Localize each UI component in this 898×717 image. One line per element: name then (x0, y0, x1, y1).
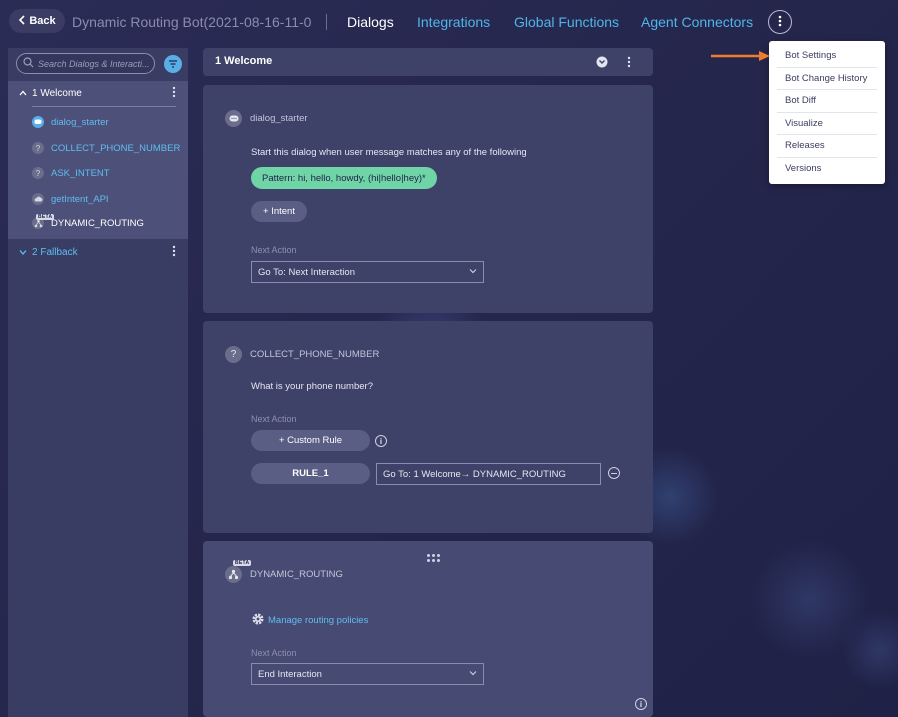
next-action-select[interactable]: End Interaction (251, 663, 484, 685)
rule-action-field[interactable]: Go To: 1 Welcome→ DYNAMIC_ROUTING (376, 463, 601, 485)
interaction-type: ? COLLECT_PHONE_NUMBER (225, 346, 379, 363)
interaction-card-starter: dialog_starter Start this dialog when us… (203, 85, 653, 313)
interaction-type: dialog_starter (225, 110, 308, 127)
gear-icon (251, 612, 265, 629)
filter-button[interactable] (164, 55, 182, 73)
back-button[interactable]: Back (9, 9, 65, 33)
search-input[interactable] (38, 58, 150, 69)
interaction-card-dynamic-routing: BETA DYNAMIC_ROUTING Manage routing poli… (203, 541, 653, 717)
dialog-group-welcome: 1 Welcome dialog_starter ? COLLECT_PHONE… (8, 81, 188, 239)
question-icon: ? (32, 167, 44, 179)
interaction-card-collect-phone: ? COLLECT_PHONE_NUMBER What is your phon… (203, 321, 653, 533)
bot-face-icon[interactable] (596, 56, 608, 68)
dialog-sidebar: 1 Welcome dialog_starter ? COLLECT_PHONE… (8, 48, 188, 717)
kebab-icon (778, 14, 782, 30)
back-label: Back (29, 15, 56, 27)
tab-global-functions[interactable]: Global Functions (514, 14, 619, 30)
routing-icon: BETA (32, 214, 55, 229)
drag-handle-icon[interactable] (427, 554, 440, 562)
chevron-down-icon (469, 668, 477, 678)
annotation-arrow-icon (711, 51, 770, 61)
next-action-select[interactable]: Go To: Next Interaction (251, 261, 484, 283)
interaction-type-label: COLLECT_PHONE_NUMBER (250, 349, 380, 360)
manage-routing-policies-link[interactable]: Manage routing policies (251, 612, 368, 629)
manage-link-label: Manage routing policies (268, 615, 369, 626)
menu-item-versions[interactable]: Versions (777, 158, 877, 181)
group-kebab-icon[interactable] (172, 245, 176, 260)
question-text: What is your phone number? (251, 381, 373, 392)
group-header-welcome[interactable]: 1 Welcome (8, 82, 188, 104)
tab-integrations[interactable]: Integrations (417, 14, 490, 30)
chat-bubble-icon (32, 116, 44, 128)
filter-icon (168, 55, 178, 73)
divider (326, 14, 327, 30)
sidebar-item-dialog-starter[interactable]: dialog_starter (32, 116, 109, 128)
sidebar-item-ask-intent[interactable]: ? ASK_INTENT (32, 167, 110, 179)
search-icon (23, 55, 34, 73)
sidebar-item-getintent-api[interactable]: getIntent_API (32, 193, 109, 205)
beta-badge: BETA (36, 214, 55, 220)
pattern-pill[interactable]: Pattern: hi, hello, howdy, (hi|hello|hey… (251, 167, 437, 189)
dialog-header: 1 Welcome (203, 48, 653, 76)
sidebar-item-label: ASK_INTENT (51, 167, 110, 179)
sidebar-item-dynamic-routing[interactable]: BETA DYNAMIC_ROUTING (32, 214, 144, 229)
next-action-label: Next Action (251, 245, 297, 255)
next-action-value: End Interaction (258, 668, 322, 680)
chat-bubble-icon (225, 110, 242, 127)
group-divider (32, 106, 176, 107)
group-label-fallback: 2 Fallback (32, 246, 78, 258)
kebab-icon[interactable] (623, 56, 635, 68)
add-intent-button[interactable]: + Intent (251, 201, 307, 222)
interaction-type: BETA DYNAMIC_ROUTING (225, 560, 343, 583)
chevron-down-icon (19, 247, 27, 258)
question-icon: ? (225, 346, 242, 363)
tab-agent-connectors[interactable]: Agent Connectors (641, 14, 753, 30)
remove-rule-icon[interactable] (608, 467, 620, 479)
group-label-welcome: 1 Welcome (32, 87, 82, 99)
dialog-title: 1 Welcome (215, 55, 273, 67)
bot-options-menu: Bot Settings Bot Change History Bot Diff… (769, 41, 885, 184)
chevron-left-icon (18, 14, 26, 28)
add-custom-rule-button[interactable]: + Custom Rule (251, 430, 370, 451)
group-header-fallback[interactable]: 2 Fallback (8, 241, 188, 263)
next-action-label: Next Action (251, 648, 297, 658)
rule-name-button[interactable]: RULE_1 (251, 463, 370, 484)
interaction-type-label: dialog_starter (250, 113, 308, 124)
interaction-type-label: DYNAMIC_ROUTING (250, 569, 343, 580)
starter-description: Start this dialog when user message matc… (251, 147, 527, 158)
beta-badge: BETA (233, 560, 252, 566)
sidebar-item-collect-phone-number[interactable]: ? COLLECT_PHONE_NUMBER (32, 142, 180, 154)
menu-item-bot-diff[interactable]: Bot Diff (777, 90, 877, 113)
next-action-label: Next Action (251, 414, 297, 424)
sidebar-item-label: DYNAMIC_ROUTING (51, 217, 144, 229)
menu-item-visualize[interactable]: Visualize (777, 113, 877, 135)
cloud-icon (32, 193, 44, 205)
bot-title: Dynamic Routing Bot(2021-08-16-11-0... (72, 14, 312, 30)
info-icon[interactable]: i (635, 698, 647, 710)
menu-item-releases[interactable]: Releases (777, 135, 877, 158)
question-icon: ? (32, 142, 44, 154)
sidebar-item-label: COLLECT_PHONE_NUMBER (51, 142, 181, 154)
search-field[interactable] (16, 53, 155, 74)
sidebar-item-label: getIntent_API (51, 193, 109, 205)
more-options-button[interactable] (768, 10, 792, 34)
info-icon[interactable]: i (375, 435, 387, 447)
top-bar: Back Dynamic Routing Bot(2021-08-16-11-0… (0, 0, 898, 44)
chevron-down-icon (469, 266, 477, 276)
next-action-value: Go To: Next Interaction (258, 266, 355, 278)
sidebar-item-label: dialog_starter (51, 116, 109, 128)
menu-item-bot-settings[interactable]: Bot Settings (777, 45, 877, 68)
chevron-up-icon (19, 88, 27, 99)
routing-icon: BETA (225, 560, 252, 583)
tab-dialogs[interactable]: Dialogs (347, 14, 394, 30)
menu-item-bot-change-history[interactable]: Bot Change History (777, 68, 877, 90)
group-kebab-icon[interactable] (172, 86, 176, 101)
